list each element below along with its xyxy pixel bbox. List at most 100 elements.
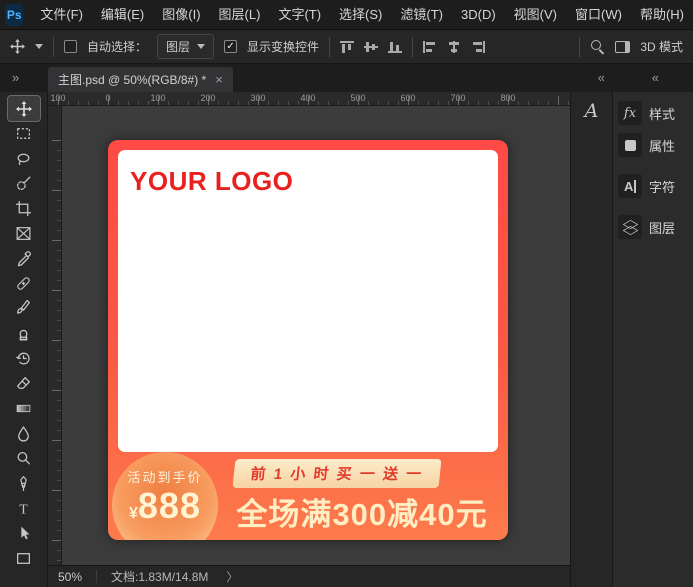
- dodge-tool[interactable]: [8, 446, 40, 471]
- menu-file[interactable]: 文件(F): [31, 0, 92, 30]
- blur-tool[interactable]: [8, 421, 40, 446]
- workspace-mode-label[interactable]: 3D 模式: [640, 38, 683, 55]
- search-icon[interactable]: [590, 39, 605, 54]
- collapsed-panel-icon-bar: A: [570, 92, 612, 587]
- panel-collapse-icon[interactable]: «: [598, 70, 605, 85]
- document-tab-bar: » 主图.psd @ 50%(RGB/8#) * × « «: [0, 64, 693, 92]
- panel-label-styles: 样式: [649, 104, 675, 123]
- panel-button-styles[interactable]: fx 样式: [613, 97, 693, 129]
- gradient-tool[interactable]: [8, 396, 40, 421]
- styles-fx-icon: fx: [618, 101, 642, 125]
- align-vertical-centers-icon[interactable]: [364, 41, 378, 53]
- ruler-label: 100: [150, 93, 165, 103]
- tool-preset-caret-icon[interactable]: [35, 44, 43, 49]
- design-price-label: 活动到手价: [127, 467, 202, 486]
- pen-tool[interactable]: [8, 471, 40, 496]
- toolbar-collapse-icon[interactable]: »: [12, 70, 19, 85]
- align-bottom-edges-icon[interactable]: [388, 41, 402, 53]
- menu-view[interactable]: 视图(V): [505, 0, 566, 30]
- panel-button-properties[interactable]: 属性: [613, 129, 693, 161]
- status-options-chevron-icon[interactable]: 〉: [226, 568, 238, 585]
- align-top-edges-icon[interactable]: [340, 41, 354, 53]
- clone-stamp-tool[interactable]: [8, 321, 40, 346]
- type-tool[interactable]: T: [8, 496, 40, 521]
- design-currency: ¥: [129, 505, 138, 522]
- zoom-level-field[interactable]: 50%: [58, 570, 82, 584]
- menu-help[interactable]: 帮助(H): [631, 0, 693, 30]
- align-horizontal-centers-icon[interactable]: [447, 41, 461, 53]
- menu-3d[interactable]: 3D(D): [452, 0, 505, 30]
- separator: [53, 37, 54, 57]
- rectangular-marquee-tool[interactable]: [8, 121, 40, 146]
- show-transform-checkbox[interactable]: ✓: [224, 40, 237, 53]
- tool-options-bar: 自动选择： 图层 ✓ 显示变换控件 3D 模式: [0, 30, 693, 64]
- path-selection-tool[interactable]: [8, 521, 40, 546]
- layers-glyph: [621, 219, 639, 236]
- menu-filter[interactable]: 滤镜(T): [391, 0, 452, 30]
- menu-window[interactable]: 窗口(W): [566, 0, 631, 30]
- move-tool[interactable]: [8, 96, 40, 121]
- design-price-value: 888: [138, 485, 201, 526]
- auto-select-checkbox[interactable]: [64, 40, 77, 53]
- character-icon: A: [618, 174, 642, 198]
- ruler-label: 600: [400, 93, 415, 103]
- glyphs-panel-icon[interactable]: A: [577, 97, 607, 125]
- spot-healing-brush-tool[interactable]: [8, 271, 40, 296]
- menu-edit[interactable]: 编辑(E): [92, 0, 153, 30]
- brush-tool[interactable]: [8, 296, 40, 321]
- ruler-label: 300: [250, 93, 265, 103]
- separator: [412, 37, 413, 57]
- layers-icon: [618, 215, 642, 239]
- character-letter: A: [624, 179, 633, 194]
- menu-image[interactable]: 图像(I): [153, 0, 209, 30]
- crop-tool[interactable]: [8, 196, 40, 221]
- canvas-area[interactable]: 100 0 100 200 300 400 500 600 700 800 YO…: [48, 92, 570, 565]
- ruler-label: 400: [300, 93, 315, 103]
- ruler-label: 200: [200, 93, 215, 103]
- square-glyph: [625, 140, 636, 151]
- align-right-edges-icon[interactable]: [471, 41, 485, 53]
- eyedropper-tool[interactable]: [8, 246, 40, 271]
- frame-tool[interactable]: [8, 221, 40, 246]
- auto-select-target-value: 图层: [166, 38, 190, 55]
- close-tab-icon[interactable]: ×: [215, 72, 223, 87]
- panel-collapse-icon-2[interactable]: «: [652, 70, 659, 85]
- menu-type[interactable]: 文字(T): [269, 0, 330, 30]
- menu-select[interactable]: 选择(S): [330, 0, 391, 30]
- eraser-tool[interactable]: [8, 371, 40, 396]
- move-tool-preset-icon[interactable]: [10, 39, 25, 54]
- ruler-label: 100: [50, 93, 65, 103]
- panel-label-layers: 图层: [649, 218, 675, 237]
- align-left-edges-icon[interactable]: [423, 41, 437, 53]
- status-bar: 50% 文档:1.83M/14.8M 〉: [48, 565, 570, 587]
- artboard[interactable]: YOUR LOGO 活动到手价 ¥888 前 1 小 时 买 一 送 一 全场满…: [108, 140, 508, 540]
- lasso-tool[interactable]: [8, 146, 40, 171]
- auto-select-target-dropdown[interactable]: 图层: [157, 34, 214, 59]
- rectangle-shape-tool[interactable]: [8, 546, 40, 571]
- show-transform-label: 显示变换控件: [247, 38, 319, 55]
- quick-selection-tool[interactable]: [8, 171, 40, 196]
- photoshop-logo-icon: Ps: [5, 4, 23, 26]
- workspace-switcher-icon[interactable]: [615, 41, 630, 53]
- properties-icon: [618, 133, 642, 157]
- panel-label-character: 字符: [649, 177, 675, 196]
- design-promo-banner: 前 1 小 时 买 一 送 一: [232, 459, 441, 488]
- separator: [579, 37, 580, 57]
- svg-text:T: T: [19, 501, 28, 516]
- pasteboard[interactable]: YOUR LOGO 活动到手价 ¥888 前 1 小 时 买 一 送 一 全场满…: [62, 106, 570, 565]
- document-tab-title: 主图.psd @ 50%(RGB/8#) *: [58, 71, 206, 88]
- panel-button-character[interactable]: A 字符: [613, 170, 693, 202]
- design-headline: 全场满300减40元: [222, 489, 502, 534]
- design-price-circle: 活动到手价 ¥888: [112, 452, 218, 540]
- auto-select-label: 自动选择：: [87, 38, 147, 55]
- separator: [329, 37, 330, 57]
- document-tab[interactable]: 主图.psd @ 50%(RGB/8#) * ×: [48, 67, 233, 92]
- dropdown-caret-icon: [197, 44, 205, 49]
- fx-glyph: fx: [624, 106, 636, 121]
- ruler-label: 700: [450, 93, 465, 103]
- panel-button-column: fx 样式 属性 A 字符 图层: [612, 92, 693, 587]
- panel-button-layers[interactable]: 图层: [613, 211, 693, 243]
- history-brush-tool[interactable]: [8, 346, 40, 371]
- menu-layer[interactable]: 图层(L): [210, 0, 270, 30]
- document-size-info: 文档:1.83M/14.8M: [111, 568, 208, 585]
